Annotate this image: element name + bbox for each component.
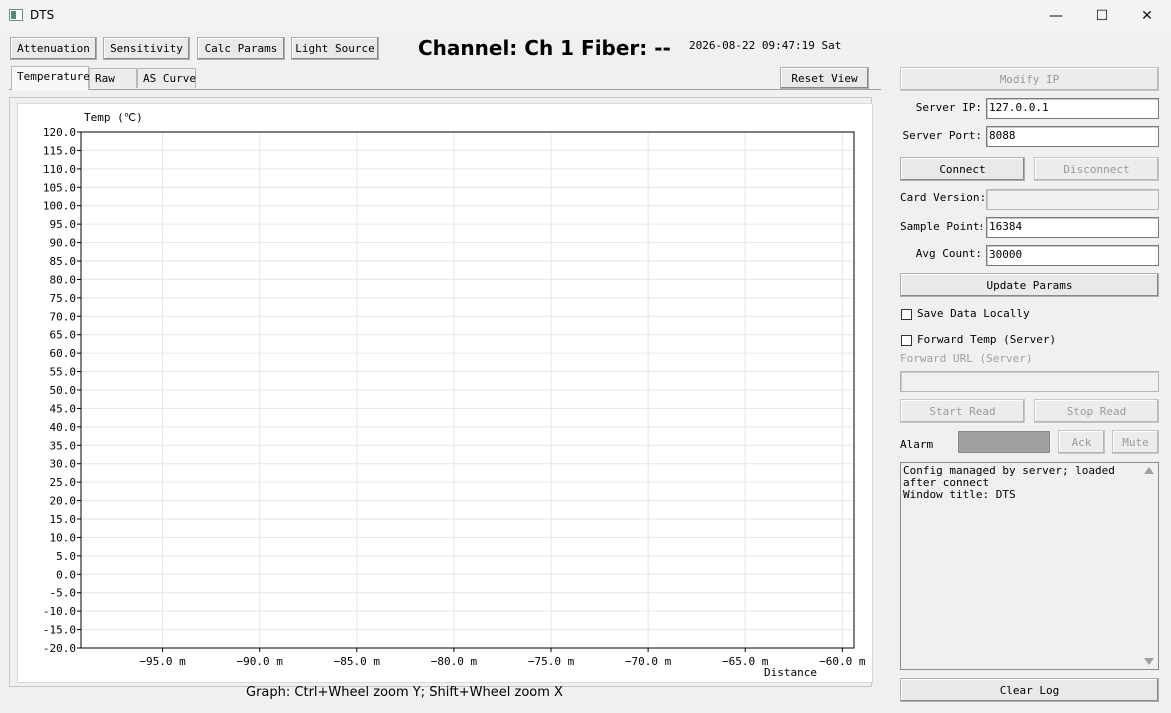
clear-log-button[interactable]: Clear Log xyxy=(900,678,1159,702)
alarm-label: Alarm xyxy=(900,438,934,451)
chart-svg[interactable]: 120.0 115.0 110.0 105.0 100.0 95.0 90.0 85.0 80.… xyxy=(18,104,872,682)
y-tick-label: 120.0 xyxy=(43,126,76,139)
temperature-chart[interactable]: 120.0 115.0 110.0 105.0 100.0 95.0 90.0 85.0 80.… xyxy=(17,103,873,683)
x-tick-label: −75.0 m xyxy=(528,655,575,668)
log-scroll-up-icon[interactable] xyxy=(1144,467,1154,474)
server-ip-input[interactable]: 127.0.0.1 xyxy=(986,98,1159,119)
y-tick-label: -10.0 xyxy=(43,605,76,618)
y-tick-label: 50.0 xyxy=(50,384,77,397)
light-source-button[interactable]: Light Source xyxy=(291,37,379,60)
x-tick-label: −95.0 m xyxy=(139,655,186,668)
y-tick-label: 90.0 xyxy=(50,237,77,250)
y-tick-label: 80.0 xyxy=(50,273,77,286)
y-tick-label: 40.0 xyxy=(50,421,77,434)
avg-count-label: Avg Count: xyxy=(915,247,982,260)
y-tick-label: 20.0 xyxy=(50,495,77,508)
y-tick-label: -15.0 xyxy=(43,624,76,637)
y-tick-label: 100.0 xyxy=(43,200,76,213)
zoom-hint: Graph: Ctrl+Wheel zoom Y; Shift+Wheel zo… xyxy=(246,685,563,700)
x-tick-label: −90.0 m xyxy=(237,655,284,668)
tab-raw[interactable]: Raw xyxy=(89,68,137,88)
minimize-icon[interactable]: — xyxy=(1033,0,1079,31)
window-title: DTS xyxy=(30,8,55,22)
tab-temperature[interactable]: Temperature xyxy=(11,66,90,90)
y-tick-label: 10.0 xyxy=(50,531,77,544)
x-tick-label: −70.0 m xyxy=(625,655,672,668)
y-tick-label: 30.0 xyxy=(50,458,77,471)
y-tick-label: 5.0 xyxy=(56,550,76,563)
forward-temp-checkbox[interactable] xyxy=(901,335,912,346)
attenuation-button[interactable]: Attenuation xyxy=(10,37,97,60)
y-tick-label: 110.0 xyxy=(43,163,76,176)
log-scroll-down-icon[interactable] xyxy=(1144,658,1154,665)
connect-button[interactable]: Connect xyxy=(900,157,1025,181)
card-version-label: Card Version: xyxy=(900,191,987,204)
server-port-label: Server Port: xyxy=(902,129,982,142)
alarm-indicator xyxy=(958,431,1050,453)
close-icon[interactable]: ✕ xyxy=(1124,0,1170,31)
x-tick-label: −60.0 m xyxy=(819,655,866,668)
reset-view-button[interactable]: Reset View xyxy=(780,67,869,89)
y-tick-label: 105.0 xyxy=(43,181,76,194)
server-ip-label: Server IP: xyxy=(915,101,982,114)
forward-temp-label: Forward Temp (Server) xyxy=(917,333,1057,346)
y-tick-label: 85.0 xyxy=(50,255,77,268)
y-tick-label: -20.0 xyxy=(43,642,76,655)
sample-points-label: Sample Points: xyxy=(900,220,982,232)
ack-button[interactable]: Ack xyxy=(1058,430,1105,454)
y-tick-label: 95.0 xyxy=(50,218,77,231)
title-bar xyxy=(0,0,1171,31)
maximize-icon[interactable]: ☐ xyxy=(1079,0,1125,31)
y-tick-label: 25.0 xyxy=(50,476,77,489)
x-tick-label: −80.0 m xyxy=(431,655,478,668)
save-local-checkbox[interactable] xyxy=(901,309,912,320)
log-textarea[interactable]: Config managed by server; loaded after c… xyxy=(900,462,1159,670)
x-axis-label: Distance xyxy=(764,666,817,679)
server-port-input[interactable]: 8088 xyxy=(986,126,1159,147)
stop-read-button[interactable]: Stop Read xyxy=(1034,399,1159,423)
y-tick-label: 115.0 xyxy=(43,144,76,157)
y-tick-label: 15.0 xyxy=(50,513,77,526)
calc-params-button[interactable]: Calc Params xyxy=(197,37,285,60)
y-tick-label: 55.0 xyxy=(50,366,77,379)
x-tick-label: −65.0 m xyxy=(722,655,769,668)
card-version-field xyxy=(986,189,1159,210)
forward-url-input[interactable] xyxy=(900,371,1159,392)
tab-strip-divider xyxy=(9,89,881,90)
app-icon xyxy=(9,9,23,21)
datetime-readout: 2026-08-22 09:47:19 Sat xyxy=(689,39,842,52)
avg-count-input[interactable]: 30000 xyxy=(986,245,1159,266)
y-tick-label: 70.0 xyxy=(50,310,77,323)
x-tick-label: −85.0 m xyxy=(334,655,381,668)
sample-points-input[interactable]: 16384 xyxy=(986,217,1159,238)
tab-as-curve[interactable]: AS Curve xyxy=(137,68,196,88)
mute-button[interactable]: Mute xyxy=(1112,430,1159,454)
y-tick-label: 65.0 xyxy=(50,329,77,342)
forward-url-label: Forward URL (Server) xyxy=(900,352,1033,365)
y-axis-label: Temp (℃) xyxy=(84,111,143,124)
y-tick-label: 35.0 xyxy=(50,439,77,452)
y-tick-label: 60.0 xyxy=(50,347,77,360)
y-tick-label: 45.0 xyxy=(50,402,77,415)
y-tick-label: 0.0 xyxy=(56,568,76,581)
start-read-button[interactable]: Start Read xyxy=(900,399,1025,423)
disconnect-button[interactable]: Disconnect xyxy=(1034,157,1159,181)
y-tick-label: 75.0 xyxy=(50,292,77,305)
channel-heading: Channel: Ch 1 Fiber: -- xyxy=(418,36,671,60)
update-params-button[interactable]: Update Params xyxy=(900,273,1159,297)
save-local-label: Save Data Locally xyxy=(917,307,1030,320)
y-tick-label: -5.0 xyxy=(50,587,77,600)
modify-ip-button[interactable]: Modify IP xyxy=(900,67,1159,91)
sensitivity-button[interactable]: Sensitivity xyxy=(103,37,190,60)
